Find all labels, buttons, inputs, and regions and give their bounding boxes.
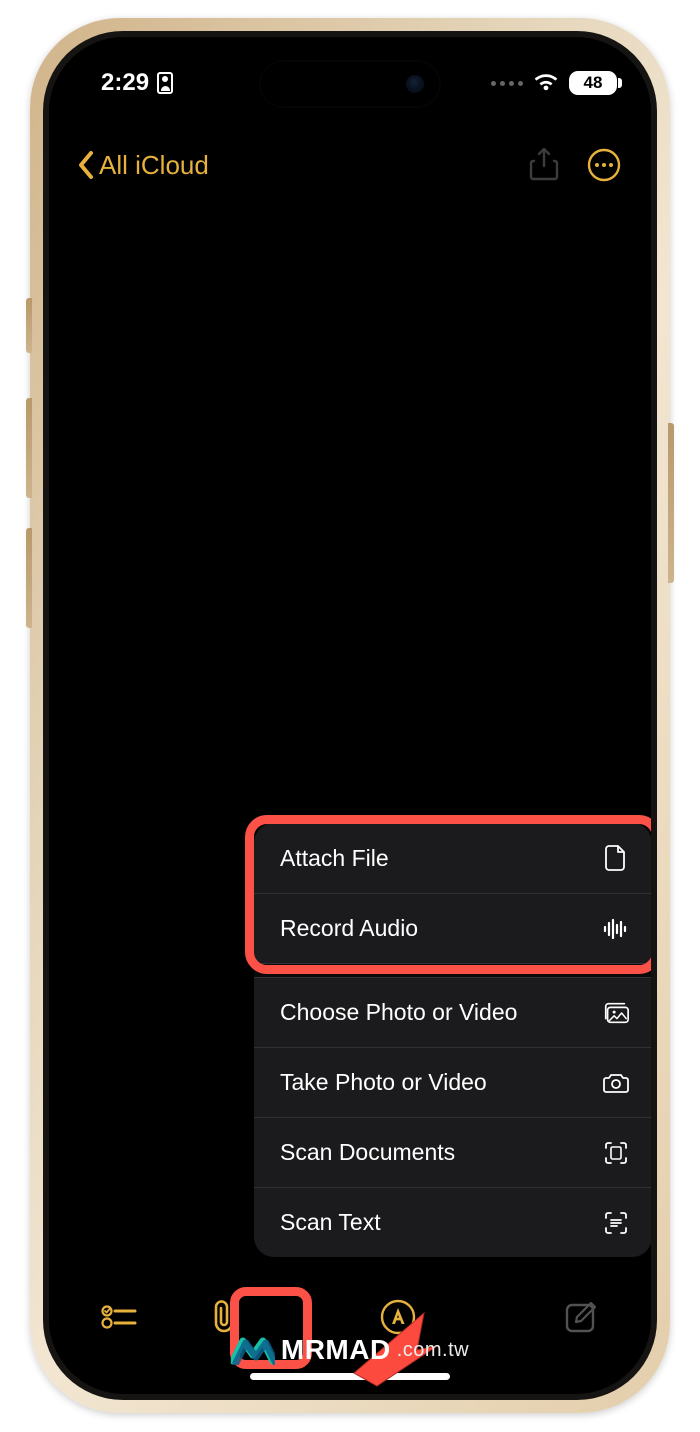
- battery-indicator: 48: [569, 71, 617, 95]
- watermark-logo-icon: [231, 1335, 275, 1365]
- menu-item-choose-photo-video[interactable]: Choose Photo or Video: [254, 977, 651, 1047]
- menu-item-label: Take Photo or Video: [280, 1069, 487, 1096]
- side-button: [26, 298, 32, 353]
- menu-separator: [254, 963, 651, 977]
- watermark-domain: .com.tw: [397, 1339, 469, 1362]
- menu-item-label: Choose Photo or Video: [280, 999, 517, 1026]
- back-label: All iCloud: [99, 150, 209, 181]
- side-button: [26, 528, 32, 628]
- menu-item-record-audio[interactable]: Record Audio: [254, 893, 651, 963]
- wifi-icon: [533, 73, 559, 93]
- menu-item-label: Scan Documents: [280, 1139, 455, 1166]
- menu-item-attach-file[interactable]: Attach File: [254, 823, 651, 893]
- menu-item-label: Attach File: [280, 845, 389, 872]
- status-dots-icon: [491, 81, 523, 86]
- side-button: [668, 423, 674, 583]
- side-button: [26, 398, 32, 498]
- status-time: 2:29: [101, 69, 149, 97]
- checklist-button[interactable]: [97, 1295, 141, 1339]
- contact-card-icon: [157, 72, 173, 94]
- phone-frame: 2:29 48: [30, 18, 670, 1413]
- camera-icon: [602, 1069, 630, 1097]
- camera-dot-icon: [406, 75, 424, 93]
- menu-item-label: Scan Text: [280, 1209, 381, 1236]
- back-button[interactable]: All iCloud: [77, 150, 209, 181]
- menu-item-scan-text[interactable]: Scan Text: [254, 1187, 651, 1257]
- waveform-icon: [602, 915, 630, 943]
- scan-text-icon: [602, 1209, 630, 1237]
- screen: 2:29 48: [49, 37, 651, 1394]
- markup-button[interactable]: [376, 1295, 420, 1339]
- menu-item-label: Record Audio: [280, 915, 418, 942]
- photo-stack-icon: [602, 999, 630, 1027]
- attachment-button[interactable]: [204, 1295, 248, 1339]
- share-button[interactable]: [525, 146, 563, 184]
- watermark-text: MRMAD: [281, 1334, 391, 1366]
- navbar: All iCloud: [49, 132, 651, 198]
- menu-item-take-photo-video[interactable]: Take Photo or Video: [254, 1047, 651, 1117]
- attachment-menu: Attach File Record Audio Choose Photo o: [254, 823, 651, 1257]
- menu-item-scan-documents[interactable]: Scan Documents: [254, 1117, 651, 1187]
- more-button[interactable]: [585, 146, 623, 184]
- battery-percent: 48: [584, 73, 603, 93]
- scan-document-icon: [602, 1139, 630, 1167]
- watermark: MRMAD .com.tw: [231, 1334, 469, 1366]
- chevron-left-icon: [77, 150, 95, 180]
- dynamic-island: [260, 61, 440, 107]
- document-icon: [602, 844, 630, 872]
- home-indicator[interactable]: [250, 1373, 450, 1380]
- compose-button[interactable]: [559, 1295, 603, 1339]
